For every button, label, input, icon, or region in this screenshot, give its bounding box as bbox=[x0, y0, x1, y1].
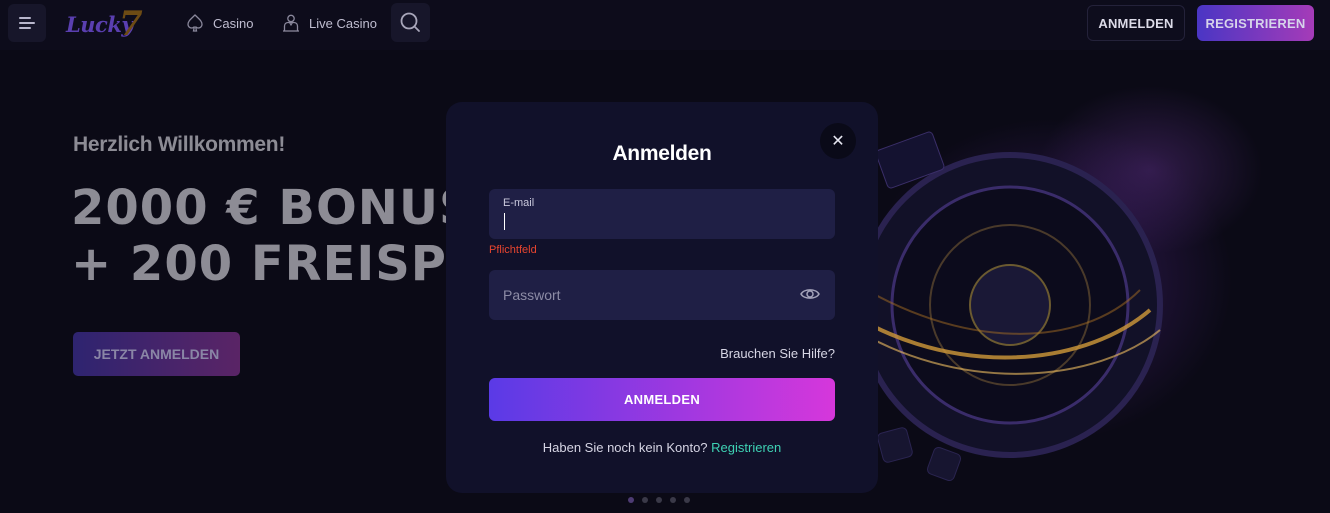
nav-casino[interactable]: Casino bbox=[185, 10, 253, 36]
nav-casino-label: Casino bbox=[213, 15, 254, 31]
password-field[interactable]: Passwort bbox=[489, 270, 835, 320]
help-link[interactable]: Brauchen Sie Hilfe? bbox=[489, 346, 835, 361]
email-label: E-mail bbox=[503, 197, 535, 209]
logo[interactable]: Lucky 7 bbox=[64, 4, 152, 44]
dealer-icon bbox=[283, 14, 299, 32]
close-icon: ✕ bbox=[831, 133, 845, 150]
logo-seven: 7 bbox=[119, 4, 143, 44]
modal-title: Anmelden bbox=[612, 142, 712, 165]
header-login-button[interactable]: ANMELDEN bbox=[1087, 5, 1185, 41]
menu-button[interactable] bbox=[8, 4, 46, 42]
menu-line bbox=[19, 17, 31, 19]
roulette-artwork bbox=[828, 131, 1163, 482]
spade-icon bbox=[187, 14, 203, 32]
hero-bonus-line-1: 2000 € BONUS bbox=[71, 180, 475, 236]
nav-live-casino[interactable]: Live Casino bbox=[281, 10, 377, 36]
carousel-dots bbox=[628, 497, 690, 503]
login-submit-button[interactable]: ANMELDEN bbox=[489, 378, 835, 421]
menu-line bbox=[19, 22, 35, 24]
email-field[interactable]: E-mail bbox=[489, 189, 835, 239]
register-link[interactable]: Registrieren bbox=[711, 440, 781, 455]
close-button[interactable]: ✕ bbox=[820, 123, 856, 159]
carousel-dot[interactable] bbox=[628, 497, 634, 503]
login-modal: Anmelden ✕ E-mail Pflichtfeld Passwort B… bbox=[446, 102, 878, 493]
carousel-dot[interactable] bbox=[670, 497, 676, 503]
top-header: Lucky 7 Casino Live Casino ANMELDEN REGI… bbox=[0, 0, 1330, 50]
eye-icon[interactable] bbox=[800, 286, 820, 302]
carousel-dot[interactable] bbox=[656, 497, 662, 503]
hero-welcome: Herzlich Willkommen! bbox=[73, 133, 286, 156]
email-error: Pflichtfeld bbox=[489, 244, 537, 256]
menu-line bbox=[19, 27, 31, 29]
hero-signup-button[interactable]: JETZT ANMELDEN bbox=[73, 332, 240, 376]
no-account-line: Haben Sie noch kein Konto? Registrieren bbox=[446, 440, 878, 455]
search-icon bbox=[400, 12, 420, 32]
no-account-text: Haben Sie noch kein Konto? bbox=[542, 440, 712, 455]
search-button[interactable] bbox=[391, 3, 430, 42]
carousel-dot[interactable] bbox=[642, 497, 648, 503]
password-placeholder: Passwort bbox=[503, 287, 561, 303]
carousel-dot[interactable] bbox=[684, 497, 690, 503]
nav-live-label: Live Casino bbox=[309, 15, 377, 31]
text-caret bbox=[504, 213, 505, 230]
header-register-button[interactable]: REGISTRIEREN bbox=[1197, 5, 1314, 41]
hero-roulette-image bbox=[820, 50, 1330, 513]
